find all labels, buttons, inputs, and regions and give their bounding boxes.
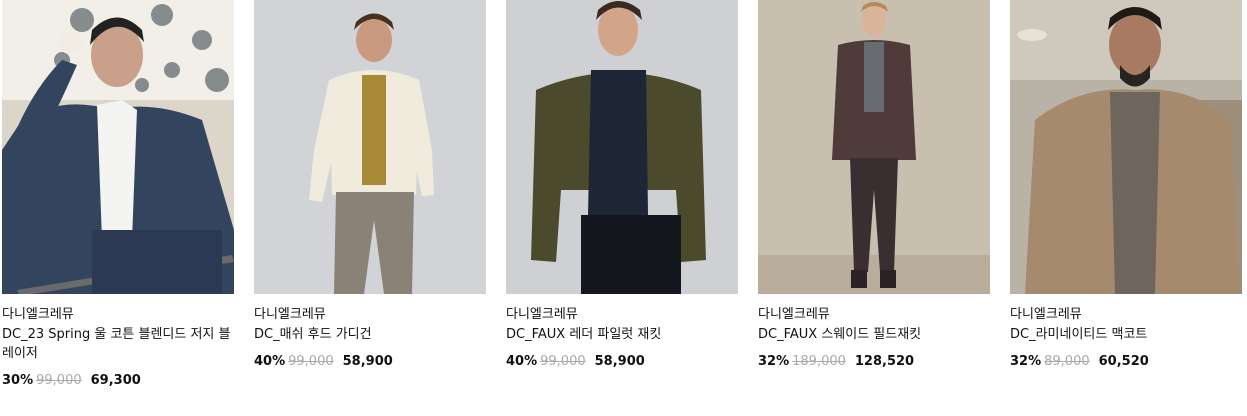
product-image[interactable] (1010, 0, 1242, 294)
product-name[interactable]: DC_FAUX 스웨이드 필드재킷 (758, 325, 990, 344)
sale-price: 58,900 (594, 354, 645, 369)
product-name[interactable]: DC_매쉬 후드 가디건 (254, 325, 486, 344)
original-price: 89,000 (1044, 354, 1090, 369)
product-card-leather-jacket[interactable]: 다니엘크레뮤 DC_FAUX 레더 파일럿 재킷 40% 99,000 58,900 (506, 0, 738, 371)
price-row: 30% 99,000 69,300 (2, 372, 234, 390)
product-card-suede-jacket[interactable]: 다니엘크레뮤 DC_FAUX 스웨이드 필드재킷 32% 189,000 128,5… (758, 0, 990, 371)
product-card-cardigan[interactable]: 다니엘크레뮤 DC_매쉬 후드 가디건 40% 99,000 58,900 (254, 0, 486, 371)
product-image[interactable] (758, 0, 990, 294)
product-card-blazer[interactable]: 다니엘크레뮤 DC_23 Spring 울 코튼 블렌디드 저지 블레이저 30… (2, 0, 234, 390)
discount-rate: 32% (758, 354, 790, 369)
price-row: 40% 99,000 58,900 (506, 353, 738, 371)
sale-price: 128,520 (854, 354, 915, 369)
product-card-mac-coat[interactable]: 다니엘크레뮤 DC_라미네이티드 맥코트 32% 89,000 60,520 (1010, 0, 1242, 371)
original-price: 99,000 (288, 354, 334, 369)
discount-rate: 32% (1010, 354, 1042, 369)
brand-label: 다니엘크레뮤 (758, 307, 830, 322)
product-name[interactable]: DC_라미네이티드 맥코트 (1010, 325, 1242, 344)
product-image[interactable] (506, 0, 738, 294)
sale-price: 60,520 (1098, 354, 1149, 369)
product-grid: 다니엘크레뮤 DC_23 Spring 울 코튼 블렌디드 저지 블레이저 30… (0, 0, 1247, 416)
product-image[interactable] (254, 0, 486, 294)
brand-label: 다니엘크레뮤 (254, 307, 326, 322)
original-price: 99,000 (540, 354, 586, 369)
sale-price: 58,900 (342, 354, 393, 369)
brand-label: 다니엘크레뮤 (2, 307, 74, 322)
discount-rate: 40% (254, 354, 286, 369)
product-image[interactable] (2, 0, 234, 294)
original-price: 99,000 (36, 373, 82, 388)
sale-price: 69,300 (90, 373, 141, 388)
discount-rate: 40% (506, 354, 538, 369)
price-row: 32% 189,000 128,520 (758, 353, 990, 371)
price-row: 40% 99,000 58,900 (254, 353, 486, 371)
price-row: 32% 89,000 60,520 (1010, 353, 1242, 371)
product-name[interactable]: DC_FAUX 레더 파일럿 재킷 (506, 325, 738, 344)
original-price: 189,000 (792, 354, 846, 369)
discount-rate: 30% (2, 373, 34, 388)
product-name[interactable]: DC_23 Spring 울 코튼 블렌디드 저지 블레이저 (2, 325, 234, 363)
brand-label: 다니엘크레뮤 (1010, 307, 1082, 322)
brand-label: 다니엘크레뮤 (506, 307, 578, 322)
